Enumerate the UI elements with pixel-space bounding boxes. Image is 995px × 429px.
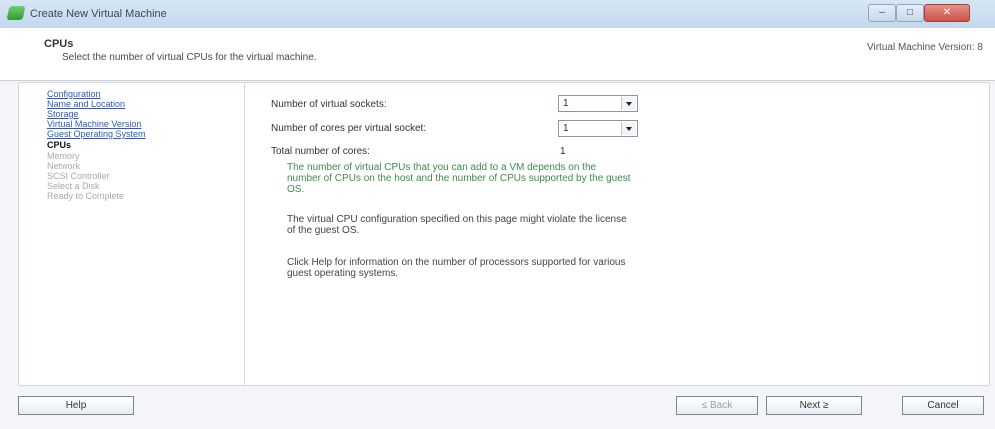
chevron-down-icon[interactable] — [621, 122, 636, 135]
sockets-label: Number of virtual sockets: — [271, 99, 387, 110]
license-warning: The virtual CPU configuration specified … — [287, 214, 627, 236]
help-hint: Click Help for information on the number… — [287, 257, 626, 279]
page-title: CPUs — [44, 38, 74, 50]
cpu-limit-info: The number of virtual CPUs that you can … — [287, 162, 631, 195]
cores-select[interactable]: 1 — [558, 120, 638, 137]
wizard-content: Configuration Name and Location Storage … — [18, 82, 990, 386]
help-button[interactable]: Help — [18, 396, 134, 415]
wizard-steps-nav: Configuration Name and Location Storage … — [19, 83, 245, 385]
total-cores-label: Total number of cores: — [271, 146, 370, 157]
sockets-select-value: 1 — [563, 98, 569, 109]
cancel-button[interactable]: Cancel — [902, 396, 984, 415]
next-button[interactable]: Next ≥ — [766, 396, 862, 415]
back-button[interactable]: ≤ Back — [676, 396, 758, 415]
vsphere-app-icon — [6, 6, 26, 20]
close-button[interactable]: ✕ — [924, 4, 970, 22]
page-subtitle: Select the number of virtual CPUs for th… — [62, 52, 317, 63]
chevron-down-icon[interactable] — [621, 97, 636, 110]
sockets-select[interactable]: 1 — [558, 95, 638, 112]
nav-item-name-and-location[interactable]: Name and Location — [47, 99, 125, 109]
nav-item-guest-os[interactable]: Guest Operating System — [47, 129, 146, 139]
maximize-button[interactable]: □ — [896, 4, 924, 22]
nav-item-network: Network — [47, 161, 81, 171]
wizard-header: CPUs Select the number of virtual CPUs f… — [0, 28, 995, 81]
nav-item-cpus: CPUs — [47, 140, 72, 150]
nav-item-configuration[interactable]: Configuration — [47, 89, 101, 99]
title-bar: Create New Virtual Machine – □ ✕ — [0, 0, 995, 29]
cores-label: Number of cores per virtual socket: — [271, 123, 427, 134]
create-vm-window: Create New Virtual Machine – □ ✕ CPUs Se… — [0, 0, 995, 429]
vm-version-label: Virtual Machine Version: 8 — [867, 42, 983, 53]
total-cores-value: 1 — [560, 146, 566, 157]
cores-select-value: 1 — [563, 123, 569, 134]
nav-item-storage[interactable]: Storage — [47, 109, 79, 119]
window-title: Create New Virtual Machine — [30, 8, 167, 20]
nav-item-vm-version[interactable]: Virtual Machine Version — [47, 119, 141, 129]
nav-item-select-disk: Select a Disk — [47, 181, 100, 191]
nav-item-memory: Memory — [47, 151, 80, 161]
nav-item-ready-to-complete: Ready to Complete — [47, 191, 125, 201]
minimize-button[interactable]: – — [868, 4, 896, 22]
nav-item-scsi-controller: SCSI Controller — [47, 171, 110, 181]
